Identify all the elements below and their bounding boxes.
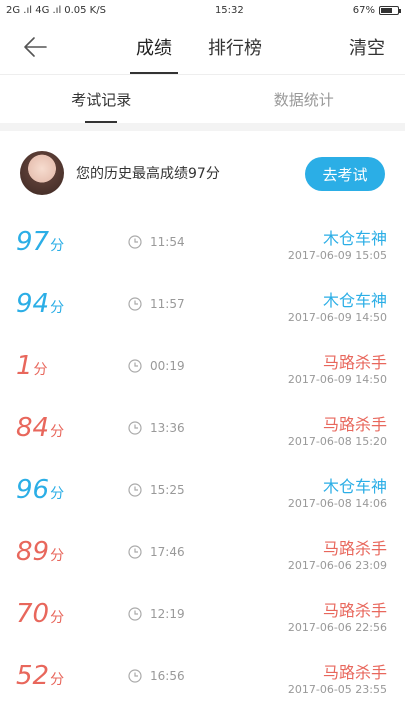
- top-bar: 成绩 排行榜 清空: [0, 20, 405, 74]
- record-date: 2017-06-08 15:20: [287, 435, 387, 448]
- tab-ranking[interactable]: 排行榜: [202, 20, 268, 74]
- record-score: 52 分: [16, 661, 64, 691]
- score-value: 84: [16, 413, 50, 443]
- record-duration: 12:19: [128, 607, 185, 621]
- record-title: 木仓车神: [322, 229, 387, 248]
- record-date: 2017-06-09 14:50: [287, 311, 387, 324]
- status-time: 15:32: [214, 4, 244, 16]
- record-date: 2017-06-05 23:55: [287, 683, 387, 696]
- record-title: 木仓车神: [322, 291, 387, 310]
- go-exam-button[interactable]: 去考试: [305, 157, 385, 191]
- record-duration: 13:36: [128, 421, 185, 435]
- score-value: 94: [16, 289, 50, 319]
- back-arrow-icon[interactable]: [22, 34, 48, 60]
- best-score-text: 您的历史最高成绩97分: [76, 166, 220, 182]
- clock-icon: [128, 359, 142, 373]
- network-speed: 0.05 K/S: [64, 4, 106, 16]
- clock-icon: [128, 235, 142, 249]
- score-unit: 分: [50, 238, 65, 254]
- record-score: 96 分: [16, 475, 64, 505]
- subtab-exam-records[interactable]: 考试记录: [0, 75, 203, 123]
- record-row[interactable]: 70 分 12:19 马路杀手 2017-06-06 22:56: [0, 587, 405, 649]
- score-unit: 分: [50, 548, 65, 564]
- record-title: 木仓车神: [322, 477, 387, 496]
- record-duration: 17:46: [128, 545, 185, 559]
- score-unit: 分: [50, 672, 65, 688]
- record-row[interactable]: 96 分 15:25 木仓车神 2017-06-08 14:06: [0, 463, 405, 525]
- duration-value: 11:54: [150, 235, 185, 249]
- record-date: 2017-06-06 23:09: [287, 559, 387, 572]
- subtab-exam-records-label: 考试记录: [71, 75, 131, 123]
- score-value: 89: [16, 537, 50, 567]
- record-score: 84 分: [16, 413, 64, 443]
- avatar: [20, 151, 64, 195]
- clock-icon: [128, 297, 142, 311]
- record-row[interactable]: 84 分 13:36 马路杀手 2017-06-08 15:20: [0, 401, 405, 463]
- clear-button[interactable]: 清空: [349, 34, 385, 60]
- record-title: 马路杀手: [322, 353, 387, 372]
- record-score: 94 分: [16, 289, 64, 319]
- duration-value: 17:46: [150, 545, 185, 559]
- score-unit: 分: [50, 486, 65, 502]
- clock-icon: [128, 545, 142, 559]
- tab-score[interactable]: 成绩: [130, 20, 178, 74]
- record-title: 马路杀手: [322, 539, 387, 558]
- record-score: 89 分: [16, 537, 64, 567]
- subtab-statistics-label: 数据统计: [273, 90, 334, 109]
- record-duration: 15:25: [128, 483, 185, 497]
- clock-icon: [128, 421, 142, 435]
- score-unit: 分: [33, 362, 48, 378]
- status-bar: 2G .ıl 4G .ıl 0.05 K/S 15:32 67%: [0, 0, 405, 20]
- clock-icon: [128, 669, 142, 683]
- record-score: 70 分: [16, 599, 64, 629]
- record-duration: 11:57: [128, 297, 185, 311]
- duration-value: 16:56: [150, 669, 185, 683]
- status-left: 2G .ıl 4G .ıl 0.05 K/S: [6, 5, 106, 16]
- duration-value: 12:19: [150, 607, 185, 621]
- score-value: 97: [16, 227, 50, 257]
- record-title: 马路杀手: [322, 415, 387, 434]
- record-row[interactable]: 97 分 11:54 木仓车神 2017-06-09 15:05: [0, 215, 405, 277]
- record-row[interactable]: 94 分 11:57 木仓车神 2017-06-09 14:50: [0, 277, 405, 339]
- record-row[interactable]: 89 分 17:46 马路杀手 2017-06-06 23:09: [0, 525, 405, 587]
- score-value: 52: [16, 661, 50, 691]
- section-separator: [0, 123, 405, 131]
- score-unit: 分: [50, 610, 65, 626]
- score-unit: 分: [50, 424, 65, 440]
- status-right: 67%: [352, 4, 401, 16]
- clock-icon: [128, 483, 142, 497]
- header-tabs: 成绩 排行榜: [130, 20, 268, 74]
- record-duration: 16:56: [128, 669, 185, 683]
- record-row[interactable]: 52 分 16:56 马路杀手 2017-06-05 23:55: [0, 649, 405, 711]
- duration-value: 11:57: [150, 297, 185, 311]
- record-title: 马路杀手: [322, 601, 387, 620]
- duration-value: 13:36: [150, 421, 185, 435]
- record-duration: 00:19: [128, 359, 185, 373]
- score-value: 70: [16, 599, 50, 629]
- subtab-statistics[interactable]: 数据统计: [203, 75, 405, 123]
- battery-percent: 67%: [352, 4, 375, 16]
- record-duration: 11:54: [128, 235, 185, 249]
- battery-icon: [378, 5, 401, 15]
- sub-tabs: 考试记录 数据统计: [0, 75, 405, 123]
- record-score: 97 分: [16, 227, 64, 257]
- score-value: 96: [16, 475, 50, 505]
- duration-value: 15:25: [150, 483, 185, 497]
- clock-icon: [128, 607, 142, 621]
- record-date: 2017-06-08 14:06: [287, 497, 387, 510]
- record-date: 2017-06-06 22:56: [287, 621, 387, 634]
- record-date: 2017-06-09 15:05: [287, 249, 387, 262]
- signal-text: 2G .ıl 4G .ıl: [6, 4, 62, 16]
- record-date: 2017-06-09 14:50: [287, 373, 387, 386]
- score-value: 1: [16, 351, 33, 381]
- best-score-summary: 您的历史最高成绩97分 去考试: [0, 131, 405, 215]
- record-score: 1分: [16, 351, 48, 381]
- records-list: 97 分 11:54 木仓车神 2017-06-09 15:05 94 分 11:57 木仓车神…: [0, 215, 405, 711]
- record-row[interactable]: 1 分 00:19 马路杀手 2017-06-09 14:50: [0, 339, 405, 401]
- record-title: 马路杀手: [322, 663, 387, 682]
- score-unit: 分: [50, 300, 65, 316]
- duration-value: 00:19: [150, 359, 185, 373]
